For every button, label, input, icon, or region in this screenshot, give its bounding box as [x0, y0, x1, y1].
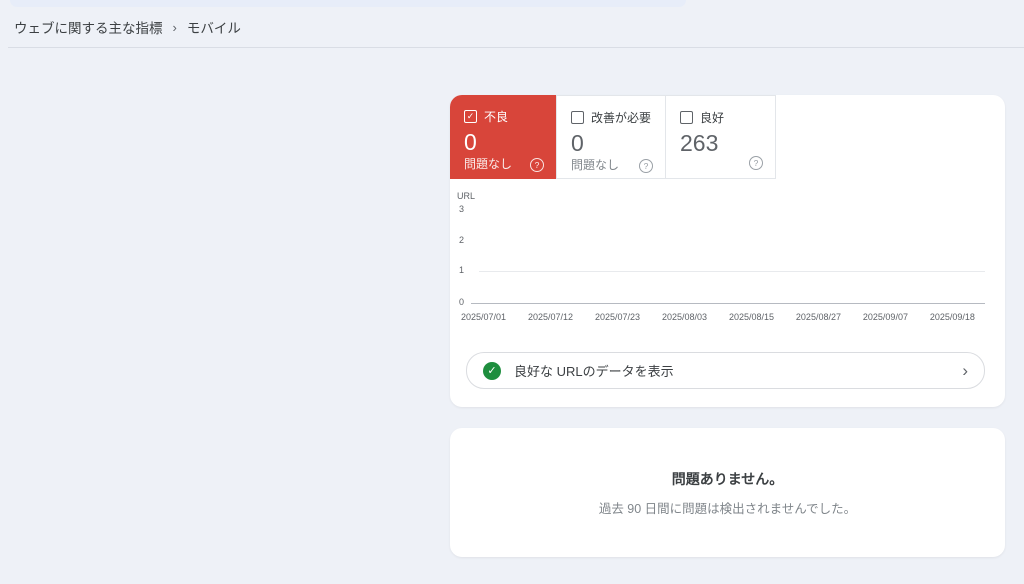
- breadcrumb-current-mobile: モバイル: [187, 17, 241, 37]
- main-content: ✓ 不良 0 問題なし ? 改善が必要 0 問題なし ?: [450, 95, 1005, 557]
- x-tick: 2025/07/23: [595, 312, 640, 322]
- tab-needs-improvement-count: 0: [571, 131, 653, 156]
- x-tick: 2025/07/01: [461, 312, 506, 322]
- tab-poor-label: 不良: [484, 108, 508, 125]
- x-tick: 2025/08/15: [729, 312, 774, 322]
- show-good-urls-button[interactable]: ✓ 良好な URLのデータを表示 ›: [466, 352, 985, 389]
- breadcrumb-link-core-web-vitals[interactable]: ウェブに関する主な指標: [14, 17, 163, 37]
- no-issues-card: 問題ありません。 過去 90 日間に問題は検出されませんでした。: [450, 428, 1005, 557]
- y-tick: 1: [459, 265, 469, 275]
- x-tick: 2025/08/27: [796, 312, 841, 322]
- help-icon[interactable]: ?: [749, 156, 763, 170]
- help-icon[interactable]: ?: [639, 159, 653, 173]
- y-axis-label: URL: [457, 191, 475, 201]
- x-tick: 2025/09/18: [930, 312, 975, 322]
- url-trend-chart: URL 3 2 1 0 2025/07/01 2025/07/12 2025/0…: [457, 191, 985, 329]
- x-tick: 2025/07/12: [528, 312, 573, 322]
- chevron-right-icon: ›: [962, 362, 968, 379]
- x-axis-labels: 2025/07/01 2025/07/12 2025/07/23 2025/08…: [461, 312, 975, 322]
- status-tabs: ✓ 不良 0 問題なし ? 改善が必要 0 問題なし ?: [450, 95, 1005, 179]
- no-issues-title: 問題ありません。: [672, 469, 784, 489]
- tab-poor-count: 0: [464, 130, 544, 155]
- checkbox-checked-icon[interactable]: ✓: [464, 110, 477, 123]
- x-tick: 2025/09/07: [863, 312, 908, 322]
- breadcrumb-separator-icon: ›: [173, 20, 177, 35]
- show-good-urls-label: 良好な URLのデータを表示: [514, 361, 674, 380]
- y-tick: 0: [459, 297, 469, 307]
- good-status-check-icon: ✓: [483, 362, 501, 380]
- tab-needs-improvement[interactable]: 改善が必要 0 問題なし ?: [556, 95, 666, 179]
- search-bar-bottom-edge: [10, 0, 686, 7]
- gridline-y1: [479, 271, 985, 272]
- tab-poor-subtitle: 問題なし: [464, 155, 512, 172]
- y-tick: 2: [459, 235, 469, 245]
- no-issues-subtitle: 過去 90 日間に問題は検出されませんでした。: [599, 498, 856, 517]
- core-web-vitals-report-card: ✓ 不良 0 問題なし ? 改善が必要 0 問題なし ?: [450, 95, 1005, 407]
- tab-good-label: 良好: [700, 109, 724, 126]
- checkbox-unchecked-icon[interactable]: [571, 111, 584, 124]
- tab-needs-improvement-label: 改善が必要: [591, 109, 651, 126]
- y-tick: 3: [459, 204, 469, 214]
- tab-good-count: 263: [680, 131, 763, 156]
- x-axis-baseline: [471, 303, 985, 304]
- header-divider: [8, 47, 1024, 48]
- x-tick: 2025/08/03: [662, 312, 707, 322]
- tab-needs-improvement-subtitle: 問題なし: [571, 156, 619, 173]
- breadcrumb: ウェブに関する主な指標 › モバイル: [14, 17, 241, 37]
- checkbox-unchecked-icon[interactable]: [680, 111, 693, 124]
- tab-good[interactable]: 良好 263 ?: [666, 95, 776, 179]
- tab-poor[interactable]: ✓ 不良 0 問題なし ?: [450, 95, 556, 179]
- help-icon[interactable]: ?: [530, 158, 544, 172]
